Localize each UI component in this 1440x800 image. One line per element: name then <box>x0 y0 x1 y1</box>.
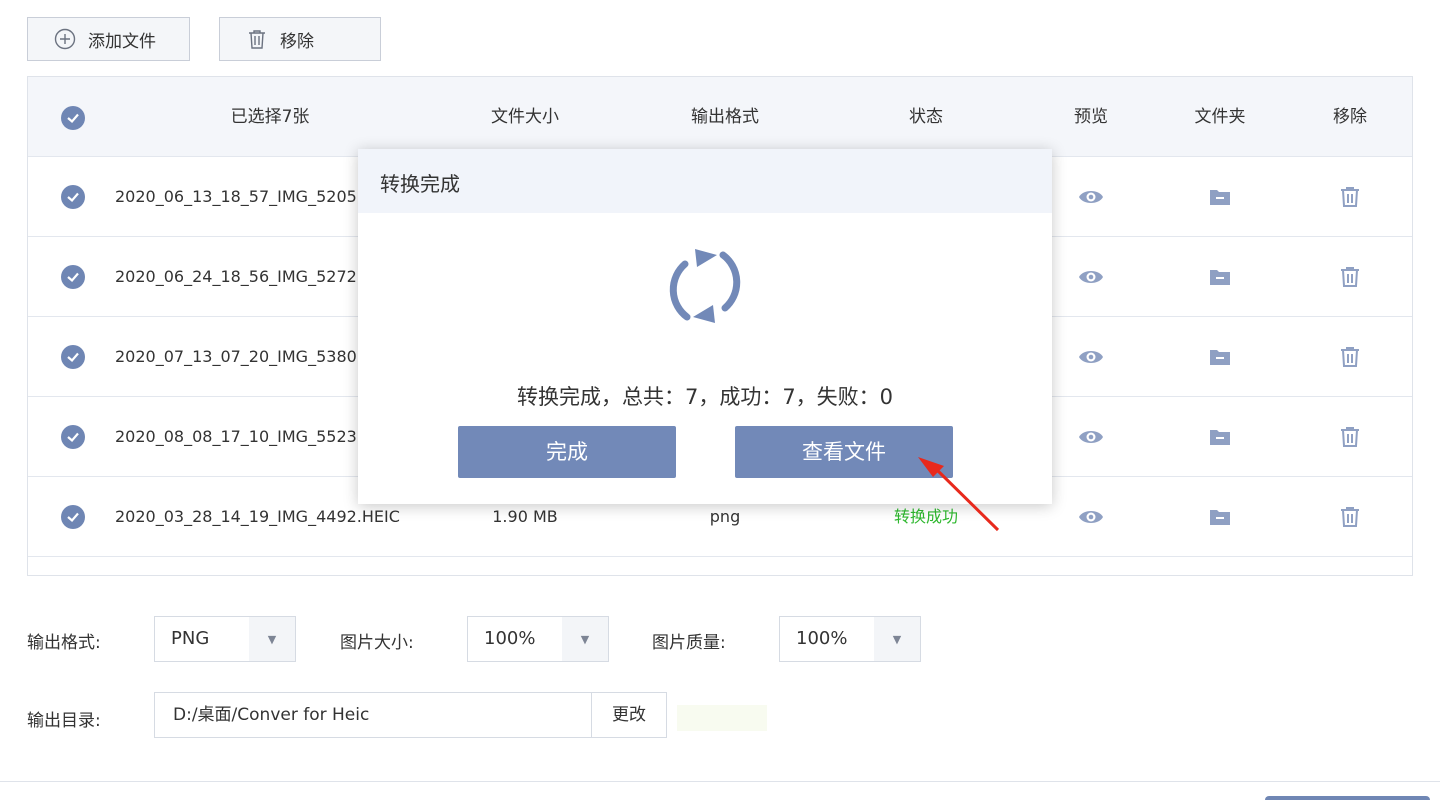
caret-down-icon[interactable]: ▼ <box>249 617 295 661</box>
dialog-message: 转换完成，总共：7，成功：7，失败：0 <box>516 385 894 409</box>
trash-icon <box>249 30 265 49</box>
caret-down-icon[interactable]: ▼ <box>562 617 608 661</box>
add-file-label: 添加文件 <box>88 31 156 52</box>
refresh-icon <box>669 249 741 323</box>
image-quality-label: 图片质量: <box>652 633 726 653</box>
output-dir-value: D:/桌面/Conver for Heic <box>173 705 370 725</box>
convert-button[interactable] <box>1265 796 1430 800</box>
image-size-value: 100% <box>484 628 536 649</box>
image-size-label: 图片大小: <box>340 633 414 653</box>
caret-down-icon[interactable]: ▼ <box>874 617 920 661</box>
output-format-value: PNG <box>171 628 210 649</box>
folder-icon[interactable] <box>1208 425 1232 449</box>
header-format: 输出格式 <box>691 107 759 127</box>
view-files-button[interactable]: 查看文件 <box>735 426 953 478</box>
conversion-complete-dialog: 转换完成 转换完成，总共：7，成功：7，失败：0 完成 查看文件 <box>358 149 1052 504</box>
row-checkbox[interactable] <box>61 265 85 289</box>
folder-icon[interactable] <box>1208 185 1232 209</box>
trash-icon[interactable] <box>1338 265 1362 289</box>
output-format-select[interactable]: PNG ▼ <box>154 616 296 662</box>
plus-circle-icon <box>54 28 76 50</box>
folder-icon[interactable] <box>1208 505 1232 529</box>
row-checkbox[interactable] <box>61 425 85 449</box>
output-dir-input[interactable]: D:/桌面/Conver for Heic <box>154 692 592 738</box>
file-name: 2020_06_13_18_57_IMG_5205 <box>115 187 357 206</box>
check-icon <box>67 272 79 283</box>
status-area <box>677 705 767 731</box>
trash-icon[interactable] <box>1338 185 1362 209</box>
header-name: 已选择7张 <box>230 107 310 127</box>
check-icon <box>67 113 79 124</box>
file-name: 2020_07_13_07_20_IMG_5380 <box>115 347 357 366</box>
remove-button[interactable]: 移除 <box>219 17 381 61</box>
done-button[interactable]: 完成 <box>458 426 676 478</box>
image-size-select[interactable]: 100% ▼ <box>467 616 609 662</box>
image-quality-value: 100% <box>796 628 848 649</box>
file-name: 2020_08_08_17_10_IMG_5523 <box>115 427 357 446</box>
header-size: 文件大小 <box>491 107 559 127</box>
select-all-checkbox[interactable] <box>61 106 85 130</box>
image-quality-select[interactable]: 100% ▼ <box>779 616 921 662</box>
change-dir-button[interactable]: 更改 <box>591 692 667 738</box>
eye-icon[interactable] <box>1077 265 1105 289</box>
add-file-button[interactable]: 添加文件 <box>27 17 190 61</box>
header-remove: 移除 <box>1333 107 1367 127</box>
row-checkbox[interactable] <box>61 505 85 529</box>
trash-icon[interactable] <box>1338 345 1362 369</box>
check-icon <box>67 192 79 203</box>
trash-icon[interactable] <box>1338 505 1362 529</box>
header-folder: 文件夹 <box>1194 107 1246 127</box>
eye-icon[interactable] <box>1077 185 1105 209</box>
remove-label: 移除 <box>280 31 314 52</box>
header-status: 状态 <box>909 107 943 127</box>
folder-icon[interactable] <box>1208 265 1232 289</box>
eye-icon[interactable] <box>1077 505 1105 529</box>
output-dir-label: 输出目录: <box>27 711 101 731</box>
folder-icon[interactable] <box>1208 345 1232 369</box>
row-checkbox[interactable] <box>61 185 85 209</box>
row-checkbox[interactable] <box>61 345 85 369</box>
dialog-header: 转换完成 <box>358 149 1052 213</box>
trash-icon[interactable] <box>1338 425 1362 449</box>
file-name: 2020_06_24_18_56_IMG_5272 <box>115 267 357 286</box>
check-icon <box>67 512 79 523</box>
output-format-label: 输出格式: <box>27 633 101 653</box>
header-preview: 预览 <box>1074 107 1108 127</box>
eye-icon[interactable] <box>1077 425 1105 449</box>
table-header: 已选择7张 文件大小 输出格式 状态 预览 文件夹 移除 <box>28 77 1412 157</box>
eye-icon[interactable] <box>1077 345 1105 369</box>
dialog-title: 转换完成 <box>380 172 460 196</box>
footer-divider <box>0 781 1440 782</box>
check-icon <box>67 352 79 363</box>
check-icon <box>67 432 79 443</box>
